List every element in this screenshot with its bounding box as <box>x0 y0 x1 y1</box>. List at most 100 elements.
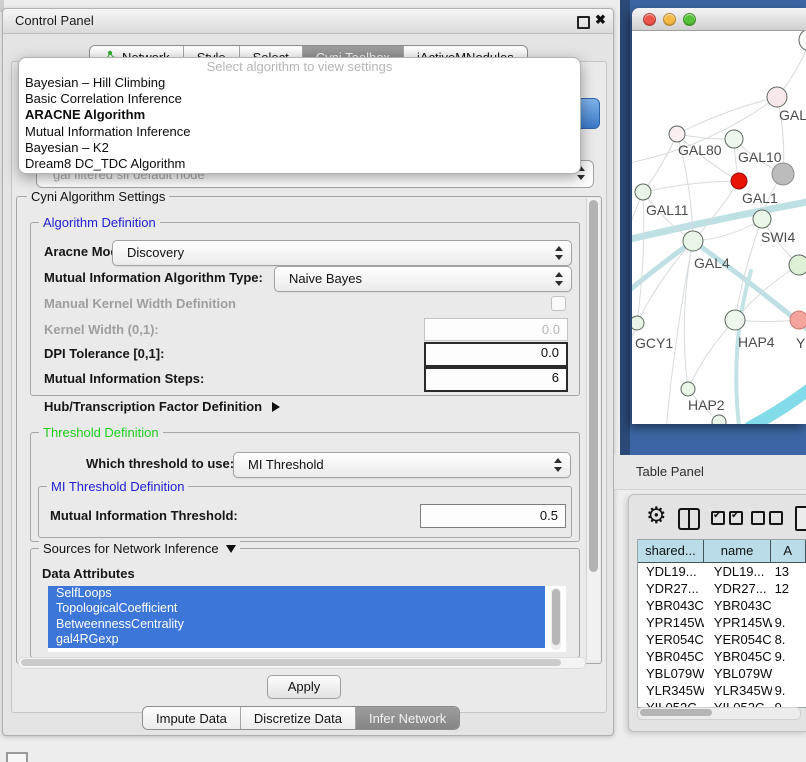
deselect-checkbox-icon[interactable] <box>769 511 783 525</box>
algorithm-option-basic-correlation-inference[interactable]: Basic Correlation Inference <box>19 91 580 107</box>
deselect-checkbox-icon[interactable] <box>751 511 765 525</box>
tab-impute-data[interactable]: Impute Data <box>143 707 240 729</box>
stepper-arrows-icon <box>554 458 563 472</box>
algorithm-option-dream8-dc-tdc-algorithm[interactable]: Dream8 DC_TDC Algorithm <box>19 156 580 172</box>
table-cell: YDL19... <box>704 563 772 580</box>
select-all-checkbox-icon[interactable] <box>711 511 725 525</box>
scrollbar-thumb[interactable] <box>21 659 561 666</box>
table-row[interactable]: YLR345WYLR345W9. <box>638 682 806 699</box>
network-edge[interactable] <box>637 192 644 323</box>
zoom-traffic-light-icon[interactable] <box>683 13 696 26</box>
apply-button[interactable]: Apply <box>267 675 341 699</box>
network-node-hap2[interactable] <box>681 382 695 396</box>
table-cell: YLR345W <box>638 682 704 699</box>
network-node-green-right[interactable] <box>789 255 806 275</box>
which-threshold-combobox[interactable]: MI Threshold <box>233 452 571 478</box>
node-label-gal4: GAL4 <box>694 255 730 271</box>
algorithm-option-aracne-algorithm[interactable]: ARACNE Algorithm <box>19 107 580 123</box>
table-body: YDL19...YDL19...13YDR27...YDR27...12YBR0… <box>638 563 806 707</box>
table-row[interactable]: YDL19...YDL19...13 <box>638 563 806 580</box>
split-columns-icon[interactable] <box>678 508 700 530</box>
new-table-icon[interactable] <box>795 506 806 531</box>
settings-vertical-scrollbar[interactable] <box>586 198 600 660</box>
mi-steps-field[interactable]: 6 <box>424 367 568 392</box>
tab-label: Impute Data <box>156 711 227 726</box>
table-row[interactable]: YBL079WYBL079W <box>638 665 806 682</box>
network-node-green-bottom[interactable] <box>712 415 726 424</box>
attribute-option-topologicalcoefficient[interactable]: TopologicalCoefficient <box>48 601 545 616</box>
network-node-gal10[interactable] <box>725 130 743 148</box>
network-node-pink-top[interactable] <box>767 87 787 107</box>
attributes-scrollbar[interactable] <box>551 588 561 650</box>
attribute-option-gal4rgexp[interactable]: gal4RGexp <box>48 632 545 647</box>
mi-type-label: Mutual Information Algorithm Type: <box>44 270 263 285</box>
network-edge[interactable] <box>643 134 677 192</box>
network-node-gcy1[interactable] <box>632 316 644 330</box>
close-traffic-light-icon[interactable] <box>643 13 656 26</box>
column-header-a[interactable]: A <box>771 540 806 562</box>
collapse-arrow-icon[interactable] <box>226 545 236 553</box>
network-node-partial-top[interactable] <box>799 31 806 51</box>
gear-icon[interactable]: ⚙ <box>646 504 667 527</box>
table-horizontal-scrollbar[interactable] <box>637 707 801 720</box>
table-cell: YER054C <box>638 631 704 648</box>
hub-definition-toggle[interactable]: Hub/Transcription Factor Definition <box>44 399 280 414</box>
kernel-width-field[interactable]: 0.0 <box>424 318 568 341</box>
tab-discretize-data[interactable]: Discretize Data <box>240 707 355 729</box>
scrollbar-thumb[interactable] <box>589 200 598 572</box>
algorithm-option-mutual-information-inference[interactable]: Mutual Information Inference <box>19 124 580 140</box>
table-cell: YER054C <box>704 631 772 648</box>
dock-panel-icon[interactable] <box>6 752 28 762</box>
network-node-gal11[interactable] <box>635 184 651 200</box>
attribute-option-betweennesscentrality[interactable]: BetweennessCentrality <box>48 617 545 632</box>
network-node-gal80[interactable] <box>669 126 685 142</box>
table-cell: YBR043C <box>704 597 772 614</box>
control-panel-titlebar: Control Panel ✖ <box>3 9 613 34</box>
network-node-gal4[interactable] <box>683 231 703 251</box>
mi-threshold-field[interactable]: 0.5 <box>420 504 566 528</box>
network-graph[interactable]: GAL8GAL80GAL10GAL1GAL11SWI4GAL4GCY1HAP4Y… <box>632 31 806 424</box>
table-row[interactable]: YDR27...YDR27...12 <box>638 580 806 597</box>
control-panel-title: Control Panel <box>15 13 94 28</box>
manual-kernel-checkbox[interactable] <box>551 296 566 311</box>
node-table: shared...nameA YDL19...YDL19...13YDR27..… <box>637 539 806 708</box>
minimize-traffic-light-icon[interactable] <box>663 13 676 26</box>
algorithm-option-bayesian-k2[interactable]: Bayesian – K2 <box>19 140 580 156</box>
table-row[interactable]: YBR045CYBR045C9. <box>638 648 806 665</box>
table-cell: 9. <box>772 682 806 699</box>
column-header-shared[interactable]: shared... <box>638 540 704 562</box>
table-row[interactable]: YER054CYER054C8. <box>638 631 806 648</box>
data-attributes-label: Data Attributes <box>42 566 135 581</box>
network-node-salmon[interactable] <box>790 311 806 329</box>
network-node-swi4[interactable] <box>753 210 771 228</box>
network-node-gal1[interactable] <box>731 173 747 189</box>
select-all-checkbox-icon[interactable] <box>729 511 743 525</box>
scrollbar-thumb[interactable] <box>640 709 712 716</box>
node-label-y: Y <box>796 335 806 351</box>
scrollbar-thumb[interactable] <box>552 589 560 645</box>
network-edge-thick[interactable] <box>750 387 806 424</box>
network-edge[interactable] <box>688 320 735 389</box>
sources-group-title[interactable]: Sources for Network Inference <box>39 541 240 556</box>
desktop-edge <box>620 0 630 455</box>
table-row[interactable]: YIL052CYIL052C9. <box>638 699 806 707</box>
mi-type-combobox[interactable]: Naive Bayes <box>274 266 572 292</box>
network-edge[interactable] <box>693 181 739 241</box>
table-row[interactable]: YPR145WYPR145W9. <box>638 614 806 631</box>
attribute-option-selfloops[interactable]: SelfLoops <box>48 586 545 601</box>
network-edge[interactable] <box>643 181 739 192</box>
aracne-mode-combobox[interactable]: Discovery <box>112 240 572 266</box>
table-row[interactable]: YBR043CYBR043C <box>638 597 806 614</box>
network-node-hap4[interactable] <box>725 310 745 330</box>
expand-arrow-icon[interactable] <box>272 402 280 412</box>
mi-steps-label: Mutual Information Steps: <box>44 371 204 386</box>
settings-horizontal-scrollbar[interactable] <box>18 657 586 669</box>
network-canvas[interactable]: GAL8GAL80GAL10GAL1GAL11SWI4GAL4GCY1HAP4Y… <box>632 31 806 424</box>
close-icon[interactable]: ✖ <box>595 12 606 28</box>
tab-infer-network[interactable]: Infer Network <box>355 707 459 729</box>
algorithm-option-bayesian-hill-climbing[interactable]: Bayesian – Hill Climbing <box>19 75 580 91</box>
dpi-tolerance-field[interactable]: 0.0 <box>424 342 568 367</box>
network-node-gray-node[interactable] <box>772 163 794 185</box>
column-header-name[interactable]: name <box>704 540 772 562</box>
float-window-icon[interactable] <box>577 16 590 29</box>
